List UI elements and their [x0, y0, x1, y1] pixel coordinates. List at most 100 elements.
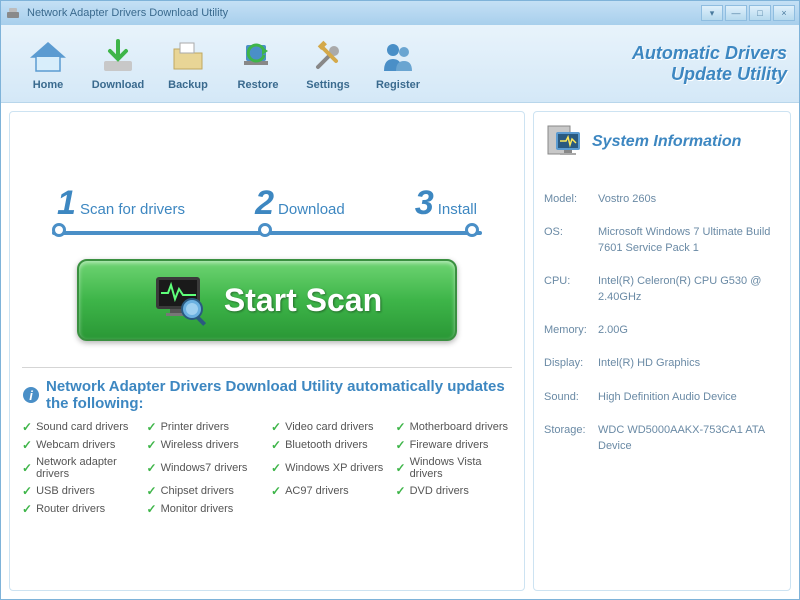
- driver-label: Printer drivers: [161, 421, 229, 433]
- maximize-button[interactable]: □: [749, 5, 771, 21]
- nav-settings-label: Settings: [306, 79, 349, 91]
- driver-label: Network adapter drivers: [36, 456, 138, 480]
- check-icon: ✓: [396, 420, 406, 434]
- driver-label: AC97 drivers: [285, 485, 349, 497]
- info-label: Model:: [544, 192, 598, 207]
- info-row: Model:Vostro 260s: [544, 192, 780, 207]
- check-icon: ✓: [22, 502, 32, 516]
- check-icon: ✓: [22, 438, 32, 452]
- check-icon: ✓: [271, 461, 281, 475]
- info-row: OS:Microsoft Windows 7 Ultimate Build 76…: [544, 225, 780, 256]
- titlebar-title: Network Adapter Drivers Download Utility: [27, 7, 701, 19]
- info-label: Storage:: [544, 423, 598, 454]
- nav-register-label: Register: [376, 79, 420, 91]
- dropdown-button[interactable]: ▾: [701, 5, 723, 21]
- steps-progress-line: [52, 231, 482, 235]
- driver-label: Windows Vista drivers: [410, 456, 512, 480]
- driver-item: ✓ Windows7 drivers: [147, 456, 264, 480]
- brand-line2: Update Utility: [632, 64, 787, 85]
- info-value: Microsoft Windows 7 Ultimate Build 7601 …: [598, 225, 780, 256]
- nav-backup[interactable]: Backup: [153, 37, 223, 91]
- home-icon: [28, 37, 68, 77]
- nav-restore[interactable]: Restore: [223, 37, 293, 91]
- info-value: WDC WD5000AAKX-753CA1 ATA Device: [598, 423, 780, 454]
- titlebar: Network Adapter Drivers Download Utility…: [1, 1, 799, 25]
- restore-icon: [238, 37, 278, 77]
- driver-item: ✓Video card drivers: [271, 420, 388, 434]
- driver-label: Chipset drivers: [161, 485, 234, 497]
- driver-label: USB drivers: [36, 485, 95, 497]
- check-icon: ✓: [147, 461, 157, 475]
- check-icon: ✓: [147, 438, 157, 452]
- nav-home-label: Home: [33, 79, 64, 91]
- system-info-title: System Information: [592, 133, 741, 151]
- step-1: 1Scan for drivers: [57, 184, 185, 223]
- driver-label: Windows7 drivers: [161, 462, 248, 474]
- system-info-rows: Model:Vostro 260s OS:Microsoft Windows 7 …: [544, 192, 780, 454]
- driver-label: Windows XP drivers: [285, 462, 383, 474]
- main-panel: 1Scan for drivers 2Download 3Install Sta…: [9, 111, 525, 591]
- info-label: Sound:: [544, 390, 598, 405]
- nav-backup-label: Backup: [168, 79, 208, 91]
- check-icon: ✓: [22, 461, 32, 475]
- check-icon: ✓: [147, 484, 157, 498]
- check-icon: ✓: [396, 461, 406, 475]
- driver-item: ✓Sound card drivers: [22, 420, 139, 434]
- nav-settings[interactable]: Settings: [293, 37, 363, 91]
- driver-item: ✓ Router drivers: [22, 502, 139, 516]
- driver-item: ✓DVD drivers: [396, 484, 513, 498]
- info-value: Intel(R) Celeron(R) CPU G530 @ 2.40GHz: [598, 274, 780, 305]
- computer-icon: [544, 122, 584, 162]
- nav-register[interactable]: Register: [363, 37, 433, 91]
- info-row: Memory:2.00G: [544, 323, 780, 338]
- system-info-header: System Information: [544, 122, 780, 162]
- info-row: Sound:High Definition Audio Device: [544, 390, 780, 405]
- minimize-button[interactable]: —: [725, 5, 747, 21]
- auto-heading-text: Network Adapter Drivers Download Utility…: [46, 378, 512, 412]
- check-icon: ✓: [147, 502, 157, 516]
- driver-item: ✓ Monitor drivers: [147, 502, 264, 516]
- nav-home[interactable]: Home: [13, 37, 83, 91]
- check-icon: ✓: [396, 438, 406, 452]
- steps-row: 1Scan for drivers 2Download 3Install: [22, 184, 512, 223]
- step-dot-3: [465, 223, 479, 237]
- check-icon: ✓: [147, 420, 157, 434]
- nav-download[interactable]: Download: [83, 37, 153, 91]
- driver-item: ✓Webcam drivers: [22, 438, 139, 452]
- driver-list: ✓Sound card drivers ✓ Printer drivers ✓Vide…: [22, 420, 512, 516]
- nav-restore-label: Restore: [238, 79, 279, 91]
- driver-item: ✓ Printer drivers: [147, 420, 264, 434]
- check-icon: ✓: [396, 484, 406, 498]
- driver-item: ✓ AC97 drivers: [271, 484, 388, 498]
- driver-label: Router drivers: [36, 503, 105, 515]
- brand-logo: Automatic Drivers Update Utility: [632, 43, 787, 85]
- driver-label: Monitor drivers: [161, 503, 234, 515]
- driver-label: Fireware drivers: [410, 439, 489, 451]
- info-label: Display:: [544, 356, 598, 371]
- start-scan-button[interactable]: Start Scan: [77, 259, 457, 341]
- nav-download-label: Download: [92, 79, 145, 91]
- driver-item: ✓ Wireless drivers: [147, 438, 264, 452]
- driver-item: ✓Motherboard drivers: [396, 420, 513, 434]
- check-icon: ✓: [271, 438, 281, 452]
- settings-icon: [308, 37, 348, 77]
- info-row: Storage:WDC WD5000AAKX-753CA1 ATA Device: [544, 423, 780, 454]
- driver-item: ✓USB drivers: [22, 484, 139, 498]
- driver-item: ✓ Network adapter drivers: [22, 456, 139, 480]
- auto-update-heading: i Network Adapter Drivers Download Utili…: [22, 378, 512, 412]
- start-scan-label: Start Scan: [224, 282, 382, 319]
- info-value: Vostro 260s: [598, 192, 780, 207]
- info-label: Memory:: [544, 323, 598, 338]
- step-2: 2Download: [255, 184, 345, 223]
- check-icon: ✓: [271, 484, 281, 498]
- info-row: CPU:Intel(R) Celeron(R) CPU G530 @ 2.40G…: [544, 274, 780, 305]
- info-icon: i: [22, 386, 40, 404]
- close-button[interactable]: ×: [773, 5, 795, 21]
- backup-icon: [168, 37, 208, 77]
- step-dot-2: [258, 223, 272, 237]
- toolbar: Home Download Backup Restore Settings Re…: [1, 25, 799, 103]
- driver-label: Wireless drivers: [161, 439, 239, 451]
- download-icon: [98, 37, 138, 77]
- svg-text:i: i: [29, 388, 33, 403]
- brand-line1: Automatic Drivers: [632, 43, 787, 64]
